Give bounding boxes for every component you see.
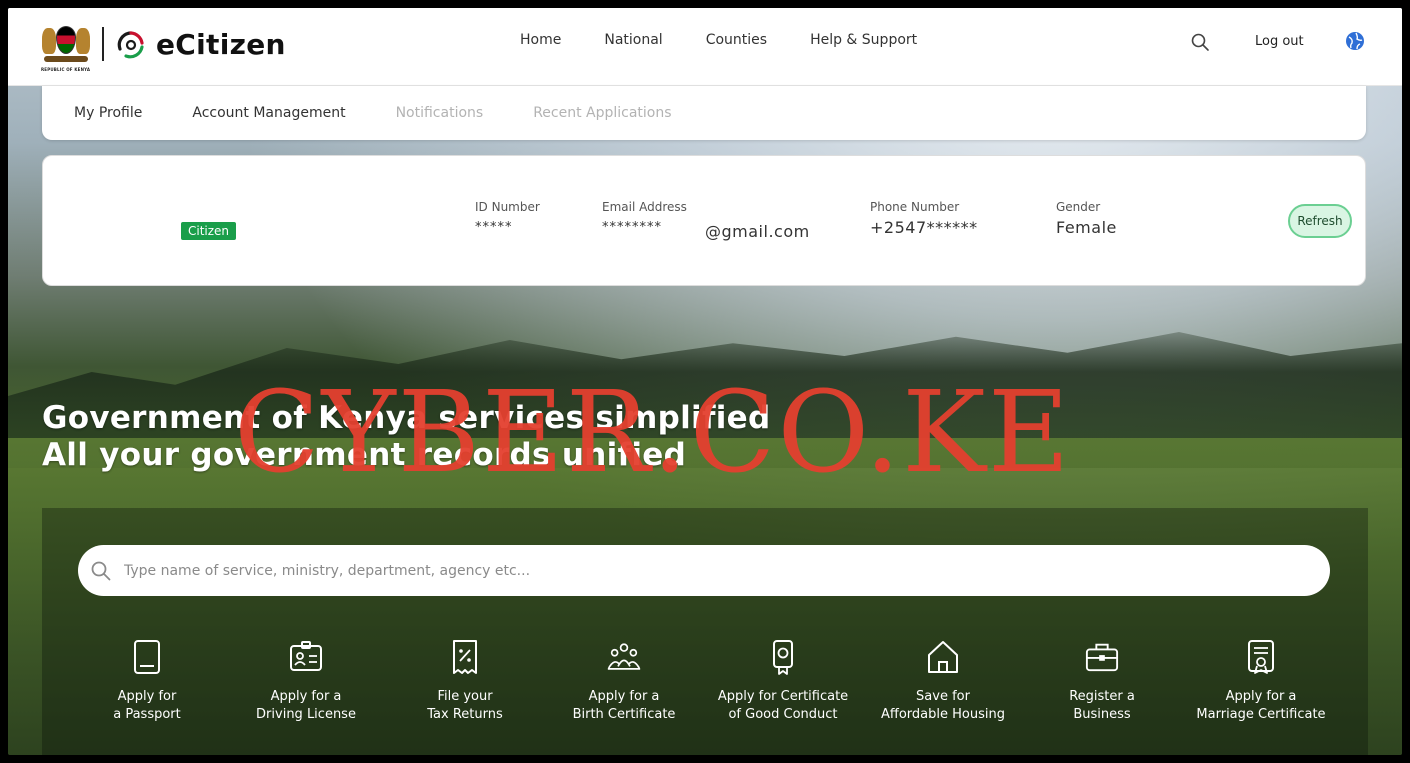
phone-block: Phone Number +2547****** [870, 200, 978, 237]
service-marriage-certificate[interactable]: Apply for a Marriage Certificate [1181, 638, 1341, 724]
service-label-line-2: Business [1073, 707, 1131, 722]
family-icon [607, 643, 641, 670]
service-label-line-1: Apply for a [1225, 689, 1297, 704]
brand-name: eCitizen [156, 27, 286, 61]
id-number-value: ***** [475, 220, 513, 235]
service-affordable-housing[interactable]: Save for Affordable Housing [863, 638, 1023, 724]
passport-icon [134, 640, 160, 674]
service-label-line-1: File your [437, 689, 493, 704]
tab-notifications[interactable]: Notifications [396, 105, 484, 121]
id-number-block: ID Number ***** [475, 200, 540, 235]
service-label-line-2: Birth Certificate [572, 707, 676, 722]
service-label-line-2: of Good Conduct [728, 707, 838, 722]
ecitizen-logo-icon [117, 31, 144, 59]
app-frame: REPUBLIC OF KENYA eCitizen Home National… [8, 8, 1402, 755]
service-label-line-1: Apply for [117, 689, 177, 704]
service-label-line-1: Apply for a [588, 689, 660, 704]
service-birth-certificate[interactable]: Apply for a Birth Certificate [544, 638, 704, 724]
email-label: Email Address [602, 200, 687, 214]
service-label-line-2: a Passport [113, 707, 181, 722]
phone-value: +2547****** [870, 218, 978, 237]
id-card-icon [290, 641, 322, 671]
service-passport[interactable]: Apply for a Passport [67, 638, 227, 724]
tab-my-profile[interactable]: My Profile [74, 105, 142, 121]
service-tax-returns[interactable]: File your Tax Returns [385, 638, 545, 724]
nav-national[interactable]: National [604, 32, 662, 48]
service-good-conduct[interactable]: Apply for Certificate of Good Conduct [703, 638, 863, 724]
service-search-bar[interactable] [78, 545, 1330, 596]
logo[interactable]: REPUBLIC OF KENYA eCitizen [41, 18, 286, 72]
tab-recent-applications[interactable]: Recent Applications [533, 105, 671, 121]
logout-link[interactable]: Log out [1255, 34, 1304, 49]
role-badge: Citizen [181, 222, 237, 240]
email-domain: @gmail.com [705, 222, 810, 241]
service-label-line-2: Marriage Certificate [1196, 707, 1326, 722]
service-label-line-1: Apply for a [270, 689, 342, 704]
house-icon [928, 641, 958, 673]
tab-account-management[interactable]: Account Management [192, 105, 345, 121]
watermark-text: CYBER.CO.KE [234, 368, 1072, 498]
refresh-button[interactable]: Refresh [1288, 204, 1352, 238]
briefcase-icon [1085, 643, 1119, 672]
service-search-input[interactable] [124, 562, 1224, 579]
profile-card: Citizen ID Number ***** Email Address **… [42, 155, 1366, 286]
tax-receipt-icon [453, 640, 477, 674]
phone-label: Phone Number [870, 200, 960, 214]
service-label-line-1: Apply for Certificate [717, 689, 849, 704]
service-register-business[interactable]: Register a Business [1022, 638, 1182, 724]
search-icon[interactable] [1190, 32, 1210, 52]
certificate-badge-icon [773, 640, 793, 675]
nav-counties[interactable]: Counties [706, 32, 767, 48]
email-value: ******** [602, 220, 662, 235]
nav-help-support[interactable]: Help & Support [810, 32, 917, 48]
coat-of-arms-icon: REPUBLIC OF KENYA [41, 18, 91, 72]
profile-tabs: My Profile Account Management Notificati… [42, 86, 1366, 140]
search-input-icon [91, 561, 111, 580]
service-label-line-2: Driving License [256, 707, 356, 722]
globe-language-icon[interactable] [1344, 30, 1366, 52]
top-header: REPUBLIC OF KENYA eCitizen Home National… [8, 8, 1402, 86]
coat-of-arms-text: REPUBLIC OF KENYA [41, 67, 91, 72]
id-number-label: ID Number [475, 200, 540, 214]
service-label-line-2: Tax Returns [427, 707, 503, 722]
service-label-line-1: Register a [1069, 689, 1135, 704]
service-driving-license[interactable]: Apply for a Driving License [226, 638, 386, 724]
logo-divider [102, 27, 104, 61]
marriage-certificate-icon [1248, 640, 1274, 674]
service-label-line-2: Affordable Housing [881, 707, 1005, 722]
email-block: Email Address ******** [602, 200, 687, 235]
main-nav: Home National Counties Help & Support [520, 32, 960, 48]
gender-value: Female [1056, 218, 1117, 237]
gender-label: Gender [1056, 200, 1101, 214]
service-label-line-1: Save for [916, 689, 970, 704]
gender-block: Gender Female [1056, 200, 1117, 237]
nav-home[interactable]: Home [520, 32, 561, 48]
